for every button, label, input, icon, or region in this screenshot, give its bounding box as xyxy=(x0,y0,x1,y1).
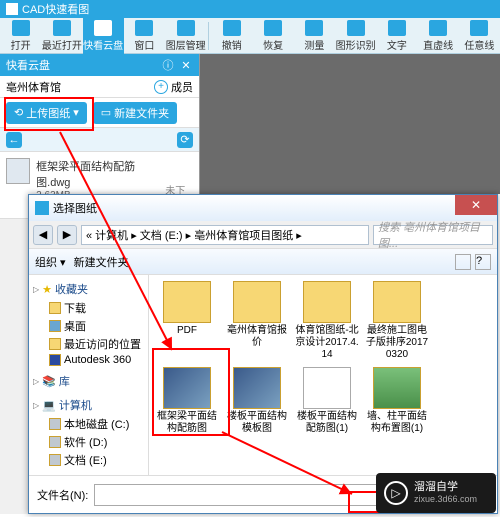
tree-computer[interactable]: 💻计算机 xyxy=(33,395,144,415)
tree-desktop[interactable]: 桌面 xyxy=(33,317,144,335)
file-slab-rebar[interactable]: 楼板平面结构配筋图(1) xyxy=(295,367,359,435)
tree-libraries[interactable]: 📚库 xyxy=(33,371,144,391)
toolbar-separator xyxy=(208,22,209,50)
members-label[interactable]: 成员 xyxy=(171,79,193,95)
dropdown-icon: ▾ xyxy=(73,106,79,119)
line-button[interactable]: 直虚线 xyxy=(418,18,459,54)
tree-favorites[interactable]: ★收藏夹 xyxy=(33,279,144,299)
undo-button[interactable]: 撤销 xyxy=(211,18,252,54)
redo-icon xyxy=(264,20,282,36)
text-icon xyxy=(388,20,406,36)
watermark-brand: 溜溜自学 xyxy=(414,481,477,494)
nav-back-button[interactable]: ◀ xyxy=(33,225,53,245)
open-button[interactable]: 打开 xyxy=(0,18,41,54)
search-input[interactable]: 搜索 亳州体育馆项目图... xyxy=(373,225,493,245)
dialog-close-button[interactable]: ✕ xyxy=(455,195,497,215)
refresh-icon[interactable]: ⟳ xyxy=(177,132,193,148)
folder-quote[interactable]: 亳州体育馆报价 xyxy=(225,281,289,361)
members-icon[interactable]: + xyxy=(154,80,168,94)
recent-icon xyxy=(53,20,71,36)
tree-drive-c[interactable]: 本地磁盘 (C:) xyxy=(33,415,144,433)
tree-drive-d[interactable]: 软件 (D:) xyxy=(33,433,144,451)
dialog-title: 选择图纸 xyxy=(53,200,97,216)
folder-tree: ★收藏夹 下载 桌面 最近访问的位置 Autodesk 360 📚库 💻计算机 … xyxy=(29,275,149,475)
cloud-icon xyxy=(94,20,112,36)
watermark-url: zixue.3d66.com xyxy=(414,494,477,505)
line-icon xyxy=(429,20,447,36)
breadcrumb[interactable]: 亳州体育馆 xyxy=(6,79,61,95)
ruler-icon xyxy=(305,20,323,36)
file-slab-template[interactable]: 楼板平面结构模板图 xyxy=(225,367,289,435)
window-icon xyxy=(135,20,153,36)
tree-download[interactable]: 下载 xyxy=(33,299,144,317)
folder-open-icon xyxy=(12,20,30,36)
layers-icon xyxy=(177,20,195,36)
layers-button[interactable]: 图层管理 xyxy=(165,18,206,54)
file-toolbar: ← ⟳ xyxy=(0,128,199,152)
redo-button[interactable]: 恢复 xyxy=(252,18,293,54)
measure-button[interactable]: 测量 xyxy=(294,18,335,54)
nav-fwd-button[interactable]: ▶ xyxy=(57,225,77,245)
folder-beijing[interactable]: 体育馆图纸-北京设计2017.4.14 xyxy=(295,281,359,361)
newfolder-menu[interactable]: 新建文件夹 xyxy=(74,254,129,270)
file-thumb-icon xyxy=(6,158,30,184)
file-open-dialog: 选择图纸 ✕ ◀ ▶ « 计算机 ▸ 文档 (E:) ▸ 亳州体育馆项目图纸 ▸… xyxy=(28,194,498,514)
shape-icon xyxy=(347,20,365,36)
file-wall-col[interactable]: 墙、柱平面结构布置图(1) xyxy=(365,367,429,435)
free-button[interactable]: 任意线 xyxy=(459,18,500,54)
watermark: ▷ 溜溜自学 zixue.3d66.com xyxy=(376,473,496,513)
folder-plus-icon: ▭ xyxy=(101,106,111,119)
tree-autodesk[interactable]: Autodesk 360 xyxy=(33,353,144,367)
action-row: ⟲ 上传图纸 ▾ ▭ 新建文件夹 xyxy=(0,98,199,128)
dialog-title-bar: 选择图纸 ✕ xyxy=(29,195,497,221)
shape-button[interactable]: 图形识别 xyxy=(335,18,376,54)
cloud-button[interactable]: 快看云盘 xyxy=(83,18,124,54)
file-frame-beam[interactable]: 框架梁平面结构配筋图 xyxy=(155,367,219,435)
help-icon[interactable]: ? xyxy=(475,254,491,270)
path-breadcrumb[interactable]: « 计算机 ▸ 文档 (E:) ▸ 亳州体育馆项目图纸 ▸ xyxy=(81,225,369,245)
app-title: CAD快速看图 xyxy=(22,1,89,17)
info-icon[interactable]: ⓘ xyxy=(161,58,175,72)
tree-drive-e[interactable]: 文档 (E:) xyxy=(33,451,144,469)
undo-icon xyxy=(223,20,241,36)
panel-header: 快看云盘 ⓘ ✕ xyxy=(0,54,199,76)
panel-title: 快看云盘 xyxy=(6,57,50,73)
play-icon: ▷ xyxy=(384,481,408,505)
panel-close-icon[interactable]: ✕ xyxy=(179,58,193,72)
app-icon xyxy=(6,3,18,15)
back-icon[interactable]: ← xyxy=(6,132,22,148)
newfolder-button[interactable]: ▭ 新建文件夹 xyxy=(93,102,177,124)
organize-menu[interactable]: 组织 ▾ xyxy=(35,254,66,270)
main-toolbar: 打开 最近打开 快看云盘 窗口 图层管理 撤销 恢复 测量 图形识别 文字 直虚… xyxy=(0,18,500,54)
dialog-tools: 组织 ▾ 新建文件夹 ? xyxy=(29,249,497,275)
filename-input[interactable] xyxy=(94,484,399,506)
recent-button[interactable]: 最近打开 xyxy=(41,18,82,54)
title-bar: CAD快速看图 xyxy=(0,0,500,18)
upload-button[interactable]: ⟲ 上传图纸 ▾ xyxy=(6,102,87,124)
folder-final[interactable]: 最终施工图电子版排序20170320 xyxy=(365,281,429,361)
text-button[interactable]: 文字 xyxy=(376,18,417,54)
window-button[interactable]: 窗口 xyxy=(124,18,165,54)
filename-label: 文件名(N): xyxy=(37,487,88,503)
dialog-nav: ◀ ▶ « 计算机 ▸ 文档 (E:) ▸ 亳州体育馆项目图纸 ▸ 搜索 亳州体… xyxy=(29,221,497,249)
file-name: 框架梁平面结构配筋图.dwg xyxy=(36,158,159,190)
app-small-icon xyxy=(35,201,49,215)
breadcrumb-row: 亳州体育馆 + 成员 xyxy=(0,76,199,98)
file-list: PDF 亳州体育馆报价 体育馆图纸-北京设计2017.4.14 最终施工图电子版… xyxy=(149,275,497,475)
tree-recent[interactable]: 最近访问的位置 xyxy=(33,335,144,353)
dialog-body: ★收藏夹 下载 桌面 最近访问的位置 Autodesk 360 📚库 💻计算机 … xyxy=(29,275,497,475)
freeline-icon xyxy=(470,20,488,36)
upload-icon: ⟲ xyxy=(14,106,23,119)
view-icon[interactable] xyxy=(455,254,471,270)
drawing-canvas[interactable] xyxy=(200,54,500,194)
folder-pdf[interactable]: PDF xyxy=(155,281,219,361)
